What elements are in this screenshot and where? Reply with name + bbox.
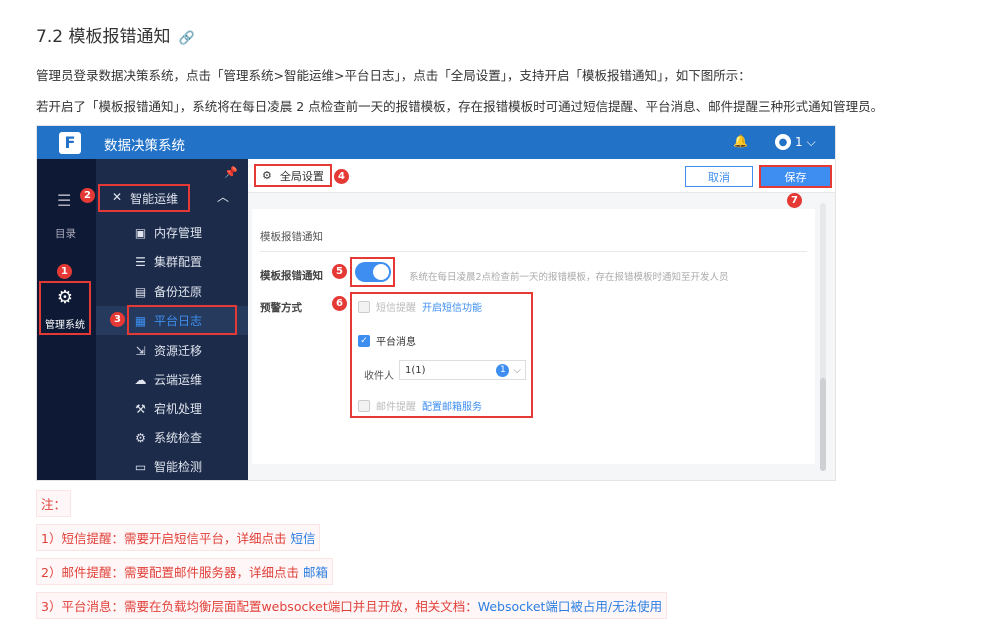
badge-7: 7: [787, 193, 802, 208]
sms-doc-link[interactable]: 短信: [290, 531, 315, 546]
recipient-label: 收件人: [364, 371, 394, 382]
platform-option: ✓ 平台消息: [358, 333, 416, 348]
logo-icon: F: [59, 132, 81, 154]
chevron-down-icon: ⌵: [806, 134, 816, 149]
main-content: ⚙ 全局设置 4 取消 保存 7 模板报错通知 模板报错通知 5 系统在每日凌晨2…: [248, 159, 835, 480]
note-2: 2）邮件提醒：需要配置邮件服务器，详细点击 邮箱: [36, 558, 333, 585]
sms-option: 短信提醒 开启短信功能: [358, 299, 482, 314]
mail-checkbox[interactable]: [358, 399, 370, 412]
nav-item-migration[interactable]: ⇲ 资源迁移: [96, 336, 248, 365]
save-button[interactable]: 保存: [759, 165, 832, 188]
gear-icon: ⚙: [56, 287, 74, 308]
primary-nav: ☰ 目录 ⚙ 管理系统 1: [37, 159, 96, 480]
note-title: 注：: [36, 490, 72, 517]
websocket-doc-link[interactable]: Websocket端口被占用/无法使用: [478, 599, 662, 614]
note-1: 1）短信提醒：需要开启短信平台，详细点击 短信: [36, 524, 321, 551]
list-icon[interactable]: ☰: [57, 191, 71, 210]
nav-item-cloud[interactable]: ☁ 云端运维: [96, 365, 248, 394]
nav-item-check[interactable]: ⚙ 系统检查: [96, 423, 248, 452]
app-title: 数据决策系统: [104, 138, 185, 154]
note-3: 3）平台消息：需要在负载均衡层面配置websocket端口并且开放，相关文档：W…: [36, 592, 668, 619]
notification-toggle[interactable]: [355, 262, 391, 282]
badge-3: 3: [110, 312, 125, 327]
link-icon[interactable]: 🔗: [178, 31, 194, 46]
platform-checkbox[interactable]: ✓: [358, 334, 370, 347]
pin-icon[interactable]: 📌: [224, 166, 238, 179]
app-header: F 数据决策系统 🔔 ● 1 ⌵: [37, 126, 835, 159]
toggle-label: 模板报错通知: [260, 270, 323, 282]
screenshot: F 数据决策系统 🔔 ● 1 ⌵ ☰ 目录 ⚙ 管理系统 1 📌 ✕ 智能运维 ︿ …: [36, 125, 836, 481]
monitor-icon: ▭: [134, 459, 147, 474]
recipient-count-badge: 1: [496, 363, 510, 377]
gear-icon: ⚙: [262, 169, 272, 182]
mail-option: 邮件提醒 配置邮箱服务: [358, 398, 482, 413]
paragraph-2: 若开启了「模板报错通知」，系统将在每日凌晨 2 点检查前一天的报错模板，存在报错…: [36, 99, 884, 114]
nav-item-detect[interactable]: ▭ 智能检测: [96, 452, 248, 480]
server-icon: ☰: [135, 254, 146, 269]
enable-sms-link[interactable]: 开启短信功能: [422, 299, 482, 314]
settings-panel: 模板报错通知 模板报错通知 5 系统在每日凌晨2点检查前一天的报错模板，存在报错…: [252, 209, 815, 464]
configure-mail-link[interactable]: 配置邮箱服务: [422, 398, 482, 413]
sms-checkbox[interactable]: [358, 300, 370, 313]
cloud-icon: ☁: [134, 372, 147, 387]
chevron-down-icon: ⌵: [513, 364, 521, 376]
panel-section-title: 模板报错通知: [260, 231, 323, 243]
user-menu[interactable]: ● 1 ⌵: [775, 134, 816, 150]
annotation-box-3: [127, 305, 237, 335]
nav-item-backup[interactable]: ▤ 备份还原: [96, 277, 248, 306]
badge-2: 2: [80, 188, 95, 203]
section-title: 7.2 模板报错通知 🔗: [36, 27, 195, 47]
memory-icon: ▣: [134, 225, 147, 240]
badge-4: 4: [334, 169, 349, 184]
chevron-up-icon[interactable]: ︿: [217, 188, 229, 205]
avatar: ●: [775, 134, 791, 150]
divider: [260, 251, 807, 252]
secondary-nav: 📌 ✕ 智能运维 ︿ 2 ▣ 内存管理 ☰ 集群配置 ▤ 备份还原 ▦ 平台日志 3 ⇲ 资…: [80, 159, 248, 480]
mail-doc-link[interactable]: 邮箱: [303, 565, 328, 580]
bell-icon[interactable]: 🔔: [733, 134, 748, 148]
badge-6: 6: [332, 296, 347, 311]
toggle-description: 系统在每日凌晨2点检查前一天的报错模板，存在报错模板时通知至开发人员: [409, 272, 729, 283]
wrench-icon: ⚒: [135, 401, 146, 416]
scrollbar[interactable]: [820, 203, 826, 471]
badge-5: 5: [332, 264, 347, 279]
paragraph-1: 管理员登录数据决策系统，点击「管理系统>智能运维>平台日志」，点击「全局设置」，…: [36, 68, 751, 83]
recipient-select[interactable]: 1(1) 1 ⌵: [399, 360, 526, 380]
global-settings-tab[interactable]: ⚙ 全局设置: [254, 164, 332, 187]
check-gear-icon: ⚙: [135, 430, 146, 445]
nav-item-crash[interactable]: ⚒ 宕机处理: [96, 394, 248, 423]
nav-item-memory[interactable]: ▣ 内存管理: [96, 218, 248, 247]
badge-1: 1: [57, 264, 72, 279]
nav-item-cluster[interactable]: ☰ 集群配置: [96, 247, 248, 276]
cancel-button[interactable]: 取消: [685, 166, 753, 187]
nav-admin[interactable]: ⚙ 管理系统: [39, 281, 91, 335]
backup-icon: ▤: [134, 284, 147, 299]
nav-catalog[interactable]: 目录: [55, 226, 76, 241]
import-icon: ⇲: [135, 343, 146, 358]
warn-method-label: 预警方式: [260, 302, 302, 314]
nav-group-ops[interactable]: ✕ 智能运维: [112, 190, 178, 207]
network-icon: ✕: [112, 190, 123, 204]
